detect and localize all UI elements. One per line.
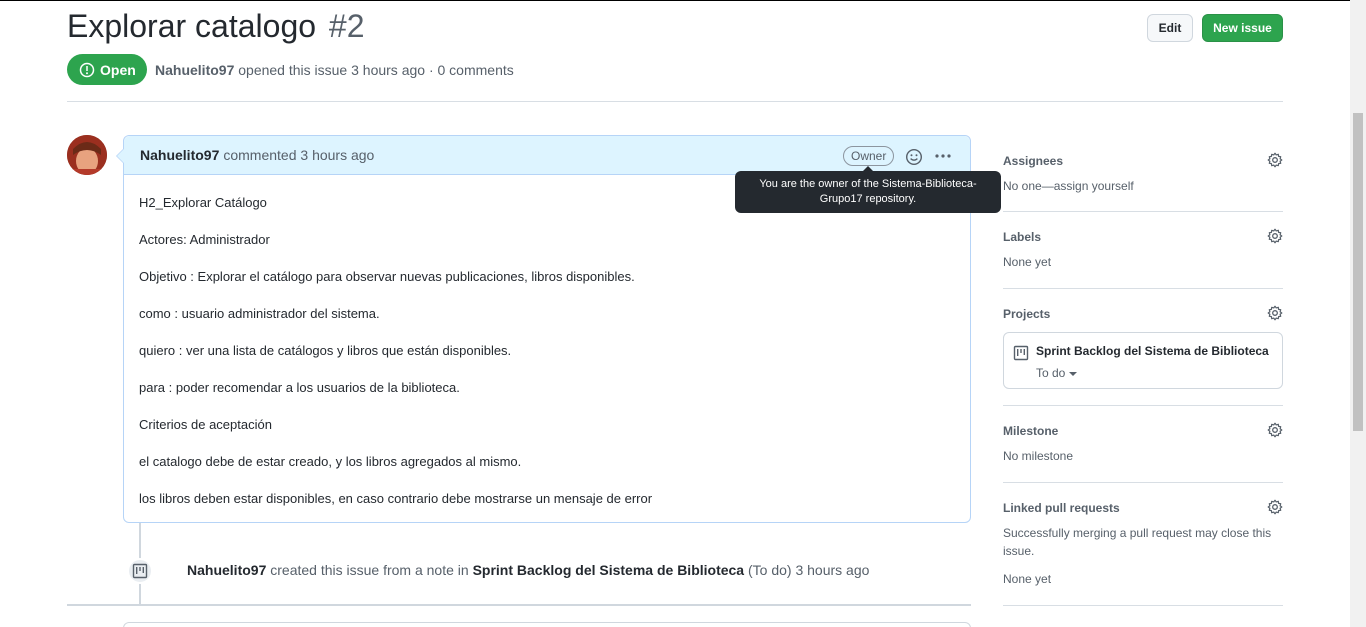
sidebar-divider <box>1003 288 1283 289</box>
comment-paragraph: el catalogo debe de estar creado, y los … <box>139 454 522 469</box>
labels-title: Labels <box>1003 230 1042 244</box>
gear-icon[interactable] <box>1267 422 1283 438</box>
timeline-divider <box>67 604 971 606</box>
comment-header: Nahuelito97 commented 3 hours ago Owner <box>124 136 970 175</box>
linked-prs-title: Linked pull requests <box>1003 501 1120 515</box>
gear-icon[interactable] <box>1267 152 1283 168</box>
issue-title-text: Explorar catalogo <box>67 8 317 44</box>
milestone-value: No milestone <box>1003 449 1074 463</box>
sidebar-divider <box>1003 405 1283 406</box>
project-card: Sprint Backlog del Sistema de Biblioteca… <box>1003 332 1283 389</box>
kebab-horizontal-icon[interactable] <box>934 147 952 165</box>
comment-paragraph: Criterios de aceptación <box>139 417 272 432</box>
projects-heading[interactable]: Projects <box>1003 304 1283 324</box>
comment-paragraph: para : poder recomendar a los usuarios d… <box>139 380 460 395</box>
sidebar-divider <box>1003 605 1283 606</box>
issue-state-label: Open <box>100 61 136 78</box>
sidebar-milestone: Milestone No milestone <box>1003 421 1283 465</box>
issue-number: #2 <box>328 8 365 44</box>
vertical-scrollbar[interactable] <box>1350 0 1366 627</box>
timeline-project-link[interactable]: Sprint Backlog del Sistema de Biblioteca <box>473 562 745 578</box>
project-column-dropdown[interactable]: To do <box>1036 366 1078 380</box>
edit-button[interactable]: Edit <box>1147 14 1193 42</box>
comment-paragraph: los libros deben estar disponibles, en c… <box>139 491 653 506</box>
smiley-icon[interactable] <box>905 148 923 166</box>
top-border <box>0 0 1350 1</box>
gear-icon[interactable] <box>1267 305 1283 321</box>
comment-paragraph: como : usuario administrador del sistema… <box>139 306 380 321</box>
milestone-title: Milestone <box>1003 424 1059 438</box>
timeline-column: (To do) <box>748 562 792 578</box>
owner-label[interactable]: Owner <box>843 146 895 166</box>
avatar-image <box>67 135 107 175</box>
comment-paragraph: Objetivo : Explorar el catálogo para obs… <box>139 269 635 284</box>
timeline-badge <box>127 558 153 584</box>
assignees-heading[interactable]: Assignees <box>1003 151 1283 171</box>
issue-meta: Nahuelito97 opened this issue 3 hours ag… <box>155 62 514 78</box>
projects-title: Projects <box>1003 307 1051 321</box>
milestone-heading[interactable]: Milestone <box>1003 421 1283 441</box>
timeline-actor-link[interactable]: Nahuelito97 <box>187 562 266 578</box>
gear-icon[interactable] <box>1267 499 1283 515</box>
sidebar-projects: Projects Sprint Backlog del Sistema de B… <box>1003 304 1283 389</box>
sidebar-linked-prs: Linked pull requests Successfully mergin… <box>1003 498 1283 588</box>
comment-timestamp[interactable]: commented 3 hours ago <box>223 147 374 163</box>
sidebar-assignees: Assignees No one—assign yourself <box>1003 151 1283 195</box>
project-name-link[interactable]: Sprint Backlog del Sistema de Biblioteca <box>1036 344 1269 358</box>
labels-heading[interactable]: Labels <box>1003 227 1283 247</box>
linked-prs-value: None yet <box>1003 572 1052 586</box>
issue-meta-text: opened this issue 3 hours ago · 0 commen… <box>238 62 514 78</box>
comment-paragraph: Actores: Administrador <box>139 232 270 247</box>
assignees-value[interactable]: No one—assign yourself <box>1003 177 1283 195</box>
timeline-time[interactable]: 3 hours ago <box>795 562 869 578</box>
sidebar-divider <box>1003 482 1283 483</box>
issue-open-icon <box>79 62 95 77</box>
assignees-title: Assignees <box>1003 154 1064 168</box>
sidebar-divider <box>1003 211 1283 212</box>
timeline-event-text: Nahuelito97 created this issue from a no… <box>187 562 869 578</box>
comment-body: H2_Explorar Catálogo Actores: Administra… <box>124 175 970 544</box>
gear-icon[interactable] <box>1267 228 1283 244</box>
comment-author-link[interactable]: Nahuelito97 <box>140 147 219 163</box>
project-column-label: To do <box>1036 366 1066 380</box>
caret-down-icon <box>1069 371 1078 376</box>
sidebar-labels: Labels None yet <box>1003 227 1283 271</box>
owner-tooltip: You are the owner of the Sistema-Bibliot… <box>735 166 1001 213</box>
project-icon <box>1013 345 1029 361</box>
avatar[interactable] <box>67 135 107 175</box>
comment-paragraph: quiero : ver una lista de catálogos y li… <box>139 343 512 358</box>
new-issue-button[interactable]: New issue <box>1202 14 1283 42</box>
scrollbar-thumb[interactable] <box>1353 113 1363 431</box>
issue-author-link[interactable]: Nahuelito97 <box>155 62 234 78</box>
linked-prs-heading[interactable]: Linked pull requests <box>1003 498 1283 518</box>
timeline-action: created this issue from a note in <box>270 562 469 578</box>
project-icon <box>132 563 148 579</box>
next-comment-box <box>123 622 971 627</box>
issue-title: Explorar catalogo #2 <box>67 8 365 45</box>
header-divider <box>67 101 1283 102</box>
linked-prs-description: Successfully merging a pull request may … <box>1003 526 1272 558</box>
issue-state-badge: Open <box>67 54 147 85</box>
labels-value: None yet <box>1003 255 1052 269</box>
